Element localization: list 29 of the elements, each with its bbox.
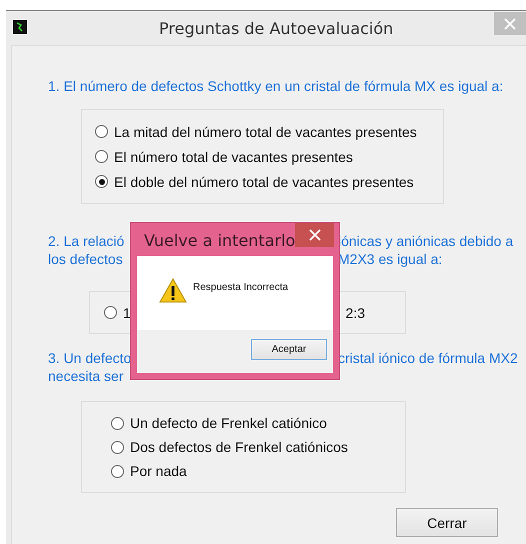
radio-button[interactable] [111, 464, 124, 478]
radio-option[interactable]: 1 [104, 303, 131, 322]
radio-option[interactable]: Un defecto de Frenkel catiónico [111, 414, 405, 432]
message-text: Respuesta Incorrecta [193, 282, 288, 293]
close-button[interactable] [295, 223, 334, 247]
question-text: 1. El número de defectos Schottky en un cristal de fórmula MX es igual a: [48, 77, 504, 95]
question-text: 2. La relació [48, 232, 124, 250]
dialog-title: Vuelve a intentarlo [144, 231, 296, 250]
question-text: los defectos [48, 250, 123, 268]
radio-option[interactable]: La mitad del número total de vacantes presentes [95, 122, 443, 141]
close-icon [308, 229, 320, 241]
question-text: necesita ser [48, 367, 124, 385]
radio-button[interactable] [95, 150, 108, 163]
radio-option[interactable]: El doble del número total de vacantes presentes [95, 172, 443, 191]
close-icon [504, 18, 516, 30]
radio-option[interactable]: Por nada [111, 462, 405, 480]
question-text: 3. Un defecto [48, 349, 132, 367]
window-title: Preguntas de Autoevaluación [159, 18, 394, 38]
radio-button[interactable] [111, 416, 124, 430]
radio-button[interactable] [111, 440, 124, 454]
warning-icon [159, 278, 187, 303]
close-button[interactable]: Cerrar [396, 508, 498, 537]
radio-button[interactable] [104, 306, 117, 319]
app-icon [13, 20, 27, 34]
radio-option[interactable]: El número total de vacantes presentes [95, 147, 443, 166]
radio-button[interactable] [95, 175, 108, 188]
accept-button[interactable]: Aceptar [251, 339, 327, 360]
radio-option[interactable]: Dos defectos de Frenkel catiónicos [111, 438, 405, 456]
radio-button[interactable] [95, 125, 108, 138]
